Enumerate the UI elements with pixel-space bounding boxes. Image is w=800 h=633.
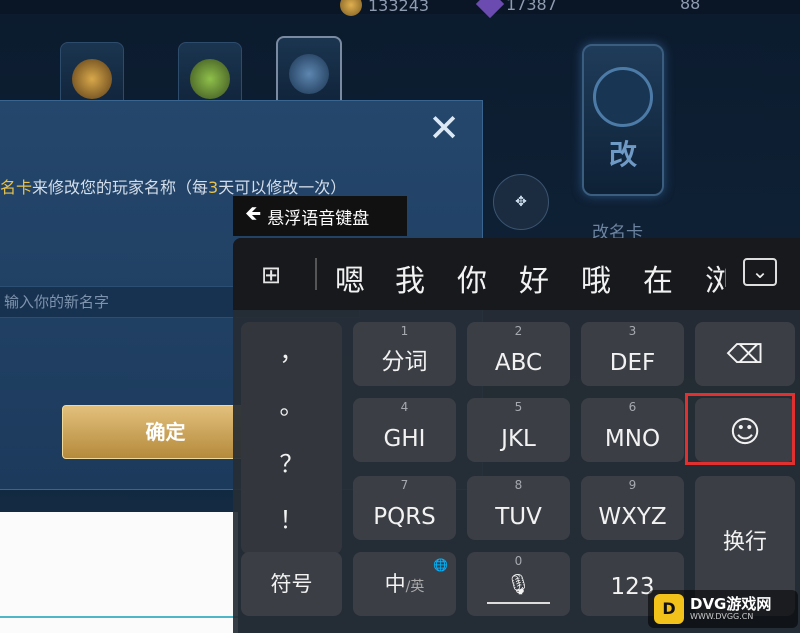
- key-3-def[interactable]: 3 DEF: [581, 322, 684, 386]
- watermark-url: WWW.DVGG.CN: [690, 612, 754, 621]
- punct-period-key[interactable]: 。: [241, 386, 342, 421]
- key-label: DEF: [609, 350, 656, 376]
- floating-keyboard-text: 悬浮语音键盘: [267, 208, 370, 229]
- language-label: 中/英: [353, 568, 456, 598]
- collapse-keyboard-icon[interactable]: ⌄: [743, 258, 777, 286]
- candidate-word[interactable]: 哦: [581, 256, 611, 300]
- rename-hint: 名卡来修改您的玩家名称（每3天可以修改一次）: [0, 174, 346, 198]
- punct-comma-key[interactable]: ，: [241, 332, 342, 367]
- candidate-bar: ⊞ 嗯 我 你 好 哦 在 浏 ⌄: [233, 238, 800, 310]
- language-switch-key[interactable]: 中/英 🌐: [353, 552, 456, 616]
- watermark: D DVG游戏网 WWW.DVGG.CN: [648, 590, 798, 628]
- punct-question-key[interactable]: ？: [241, 444, 342, 479]
- key-label: 分词: [381, 349, 428, 375]
- key-number: 0: [514, 554, 523, 568]
- globe-icon: 🌐: [433, 558, 448, 572]
- key-9-wxyz[interactable]: 9 WXYZ: [581, 476, 684, 540]
- candidate-word[interactable]: 你: [457, 256, 487, 300]
- card-emblem-icon: [190, 59, 230, 99]
- helmet-icon: [289, 54, 329, 94]
- emoji-highlight-box: [685, 393, 795, 465]
- hint-card-name: 名卡: [0, 178, 33, 197]
- candidate-word[interactable]: 在: [643, 256, 673, 300]
- hint-text: 来修改您的玩家名称（每: [32, 178, 209, 197]
- candidate-fade: [726, 248, 736, 300]
- key-number: 9: [628, 478, 637, 492]
- lang-main: 中: [384, 572, 406, 596]
- punct-exclaim-key[interactable]: ！: [241, 500, 342, 535]
- other-amount: 88: [680, 0, 701, 13]
- key-number: 8: [514, 478, 523, 492]
- rename-card[interactable]: 改: [582, 44, 664, 196]
- card-emblem-icon: [72, 59, 112, 99]
- hint-days: 3: [208, 178, 219, 197]
- move-handle-icon[interactable]: ✥: [493, 174, 549, 230]
- rename-card-glyph: 改: [608, 138, 637, 171]
- watermark-brand: DVG游戏网: [690, 595, 772, 613]
- hint-text-end: 天可以修改一次）: [218, 178, 347, 197]
- voice-key[interactable]: 0 🎙: [467, 552, 570, 616]
- watermark-text: DVG游戏网 WWW.DVGG.CN: [690, 595, 772, 622]
- key-number: 4: [400, 400, 409, 414]
- page-bottom-area: [0, 512, 238, 633]
- watermark-logo: D: [654, 594, 684, 624]
- key-6-mno[interactable]: 6 MNO: [581, 398, 684, 462]
- back-arrow-icon: 🡸: [245, 201, 262, 225]
- candidate-word[interactable]: 好: [519, 256, 549, 300]
- divider: [0, 616, 238, 618]
- gem-amount: 17387: [506, 0, 557, 14]
- backspace-key[interactable]: ⌫: [695, 322, 795, 386]
- symbols-key[interactable]: 符号: [241, 552, 342, 616]
- gold-currency: 133243: [340, 0, 429, 16]
- space-bar-indicator: [487, 602, 550, 604]
- lang-sub: /英: [405, 579, 425, 595]
- key-number: 6: [628, 400, 637, 414]
- key-label: TUV: [495, 504, 542, 530]
- resource-bar: 133243 17387 88: [0, 0, 800, 19]
- symbols-label: 符号: [270, 572, 313, 596]
- key-label: MNO: [604, 426, 661, 452]
- gem-currency: 17387: [475, 0, 557, 19]
- key-label: JKL: [501, 426, 536, 452]
- microphone-icon: 🎙: [505, 572, 532, 596]
- enter-label: 换行: [722, 530, 767, 555]
- key-label: PQRS: [373, 504, 436, 530]
- gold-amount: 133243: [368, 0, 430, 15]
- floating-keyboard-label[interactable]: 🡸 悬浮语音键盘: [233, 196, 407, 236]
- key-4-ghi[interactable]: 4 GHI: [353, 398, 456, 462]
- backspace-icon: ⌫: [726, 340, 764, 370]
- close-button[interactable]: ✕: [424, 108, 464, 148]
- candidate-separator: [315, 258, 317, 290]
- key-number: 1: [400, 324, 409, 338]
- key-8-tuv[interactable]: 8 TUV: [467, 476, 570, 540]
- other-currency: 88: [680, 0, 700, 13]
- key-2-abc[interactable]: 2 ABC: [467, 322, 570, 386]
- key-number: 7: [400, 478, 409, 492]
- key-number: 5: [514, 400, 523, 414]
- candidate-word[interactable]: 我: [395, 256, 425, 300]
- key-1-fenci[interactable]: 1 分词: [353, 322, 456, 386]
- key-7-pqrs[interactable]: 7 PQRS: [353, 476, 456, 540]
- key-5-jkl[interactable]: 5 JKL: [467, 398, 570, 462]
- candidate-word[interactable]: 嗯: [335, 256, 365, 300]
- helmet-icon: [593, 67, 653, 127]
- key-label: WXYZ: [598, 504, 667, 530]
- punctuation-column: ， 。 ？ ！: [241, 322, 342, 554]
- gold-coin-icon: [340, 0, 362, 16]
- key-number: 2: [514, 324, 523, 338]
- key-label: ABC: [494, 350, 543, 376]
- key-label: GHI: [383, 426, 426, 452]
- grid-menu-icon[interactable]: ⊞: [261, 261, 281, 289]
- key-number: 3: [628, 324, 637, 338]
